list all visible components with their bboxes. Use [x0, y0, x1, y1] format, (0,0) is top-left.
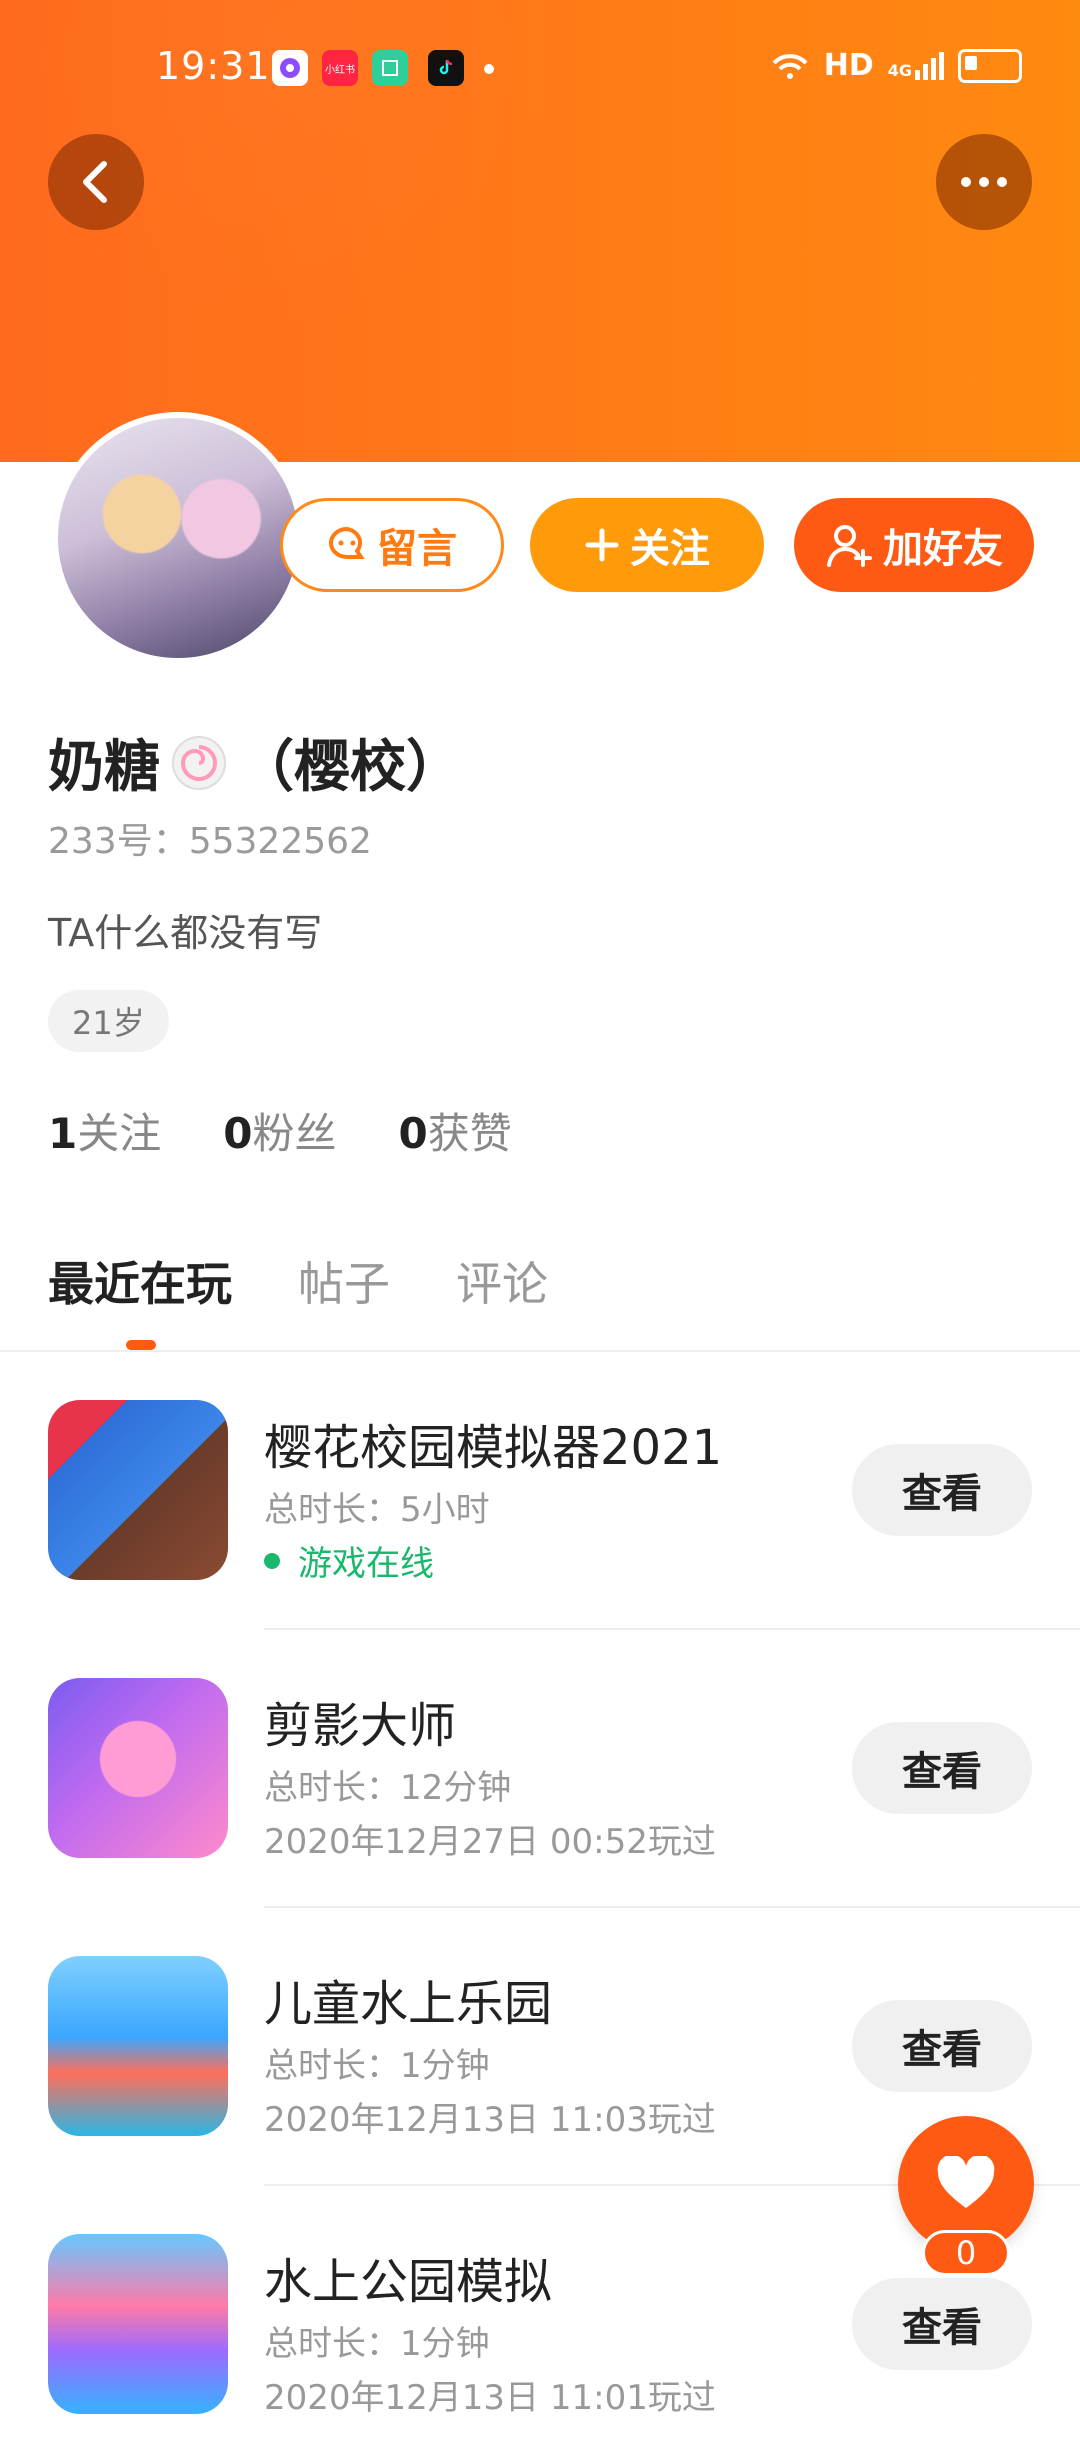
- add-user-icon: [825, 521, 873, 569]
- back-button[interactable]: [48, 134, 144, 230]
- tab-comments[interactable]: 评论: [456, 1248, 548, 1314]
- chat-bubble-icon: [327, 525, 367, 565]
- xiaohongshu-app-icon: 小红书: [322, 50, 358, 86]
- status-indicators: HD 4G: [770, 48, 1022, 83]
- add-friend-button-label: 加好友: [883, 526, 1003, 572]
- jianying-app-icon: [48, 1678, 228, 1858]
- nickname-text: 奶糖: [48, 735, 160, 800]
- game-title: 水上公园模拟: [264, 2254, 553, 2310]
- game-status: 2020年12月13日 11:03玩过: [264, 2100, 716, 2140]
- game-status: 2020年12月13日 11:01玩过: [264, 2378, 716, 2418]
- message-button-label: 留言: [377, 526, 457, 572]
- game-title: 樱花校园模拟器2021: [264, 1420, 723, 1476]
- view-button[interactable]: 查看: [852, 2278, 1032, 2370]
- water-park-game-icon: [48, 1956, 228, 2136]
- more-dots-icon: [957, 177, 1011, 187]
- avatar[interactable]: [52, 412, 304, 664]
- game-title: 儿童水上乐园: [264, 1976, 553, 2032]
- age-tag: 21岁: [48, 990, 169, 1052]
- tab-recently-played[interactable]: 最近在玩: [48, 1248, 232, 1314]
- active-tab-indicator: [126, 1340, 156, 1350]
- list-item[interactable]: 剪影大师 总时长：12分钟 2020年12月27日 00:52玩过 查看: [0, 1630, 1080, 1908]
- game-duration: 总时长：5小时: [264, 1490, 490, 1530]
- sakura-school-game-icon: [48, 1400, 228, 1580]
- network-type: 4G: [887, 60, 912, 80]
- scanner-app-icon: [372, 50, 408, 86]
- game-duration: 总时长：12分钟: [264, 1768, 512, 1808]
- list-item[interactable]: 樱花校园模拟器2021 总时长：5小时 游戏在线 查看: [0, 1352, 1080, 1630]
- wifi-icon: [772, 53, 808, 79]
- nickname-suffix: （樱校）: [238, 735, 462, 800]
- hd-indicator: HD: [823, 48, 874, 83]
- follow-button-label: 关注: [630, 526, 710, 572]
- tab-posts[interactable]: 帖子: [298, 1248, 390, 1314]
- stat-likes[interactable]: 0获赞: [399, 1100, 512, 1161]
- stat-followers-count: 0: [223, 1109, 253, 1158]
- follow-button[interactable]: 关注: [530, 498, 764, 592]
- game-duration: 总时长：1分钟: [264, 2324, 490, 2364]
- signal-icon: 4G: [887, 51, 944, 80]
- online-dot-icon: [264, 1552, 280, 1569]
- stat-following-label: 关注: [77, 1109, 162, 1158]
- game-status: 游戏在线: [264, 1536, 434, 1585]
- stat-following[interactable]: 1关注: [48, 1100, 161, 1161]
- view-button[interactable]: 查看: [852, 1444, 1032, 1536]
- game-title: 剪影大师: [264, 1698, 457, 1754]
- like-count-badge: 0: [922, 2230, 1010, 2276]
- user-id: 233号：55322562: [48, 821, 372, 862]
- game-status: 2020年12月27日 00:52玩过: [264, 1822, 716, 1862]
- more-options-button[interactable]: [936, 134, 1032, 230]
- podcast-app-icon: [272, 50, 308, 86]
- battery-icon: [958, 48, 1022, 83]
- chevron-left-icon: [83, 161, 107, 203]
- stat-following-count: 1: [48, 1109, 78, 1158]
- status-bar: 19:31 小红书 HD 4G: [0, 0, 1080, 136]
- stat-followers-label: 粉丝: [252, 1109, 337, 1158]
- bio: TA什么都没有写: [48, 911, 323, 955]
- message-button[interactable]: 留言: [280, 498, 504, 592]
- add-friend-button[interactable]: 加好友: [794, 498, 1034, 592]
- nickname: 奶糖 （樱校）: [48, 722, 462, 803]
- plus-icon: [584, 527, 620, 563]
- stat-likes-label: 获赞: [427, 1109, 512, 1158]
- profile-stats: 1关注 0粉丝 0获赞: [48, 1100, 512, 1161]
- stat-followers[interactable]: 0粉丝: [223, 1100, 336, 1161]
- lollipop-icon: [168, 732, 230, 794]
- tiktok-app-icon: [428, 50, 464, 86]
- heart-icon: [937, 2156, 995, 2208]
- view-button[interactable]: 查看: [852, 1722, 1032, 1814]
- game-status-text: 游戏在线: [298, 1544, 434, 1584]
- view-button[interactable]: 查看: [852, 2000, 1032, 2092]
- stat-likes-count: 0: [398, 1109, 428, 1158]
- profile-tabs: 最近在玩 帖子 评论: [48, 1248, 548, 1314]
- game-duration: 总时长：1分钟: [264, 2046, 490, 2086]
- status-time: 19:31: [156, 44, 271, 88]
- notification-dot-icon: [484, 64, 494, 74]
- recent-games-list: 樱花校园模拟器2021 总时长：5小时 游戏在线 查看 剪影大师 总时长：12分…: [0, 1352, 1080, 2464]
- water-park-sim-game-icon: [48, 2234, 228, 2414]
